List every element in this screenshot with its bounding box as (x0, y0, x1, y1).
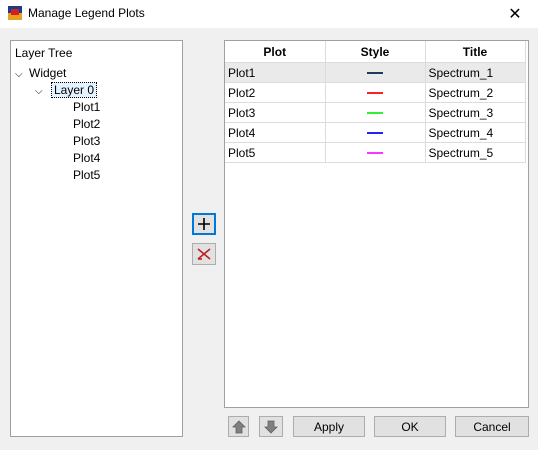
table-row[interactable]: Plot2 Spectrum_2 (225, 82, 526, 103)
move-down-icon (264, 420, 278, 434)
line-style-swatch (367, 111, 383, 114)
style-cell[interactable] (325, 62, 426, 83)
style-cell[interactable] (325, 142, 426, 163)
apply-button[interactable]: Apply (293, 416, 365, 437)
column-header-title[interactable]: Title (425, 41, 526, 63)
title-cell[interactable]: Spectrum_3 (425, 102, 526, 123)
move-up-button[interactable] (228, 416, 249, 437)
column-header-style[interactable]: Style (325, 41, 426, 63)
tree-item-widget[interactable]: ⌵ Widget (15, 65, 66, 81)
style-cell[interactable] (325, 82, 426, 103)
chevron-down-icon[interactable]: ⌵ (35, 84, 49, 100)
close-icon: ✕ (508, 6, 522, 23)
line-style-swatch (367, 131, 383, 134)
cancel-button[interactable]: Cancel (455, 416, 529, 437)
plot-cell[interactable]: Plot3 (225, 102, 326, 123)
style-cell[interactable] (325, 122, 426, 143)
close-button[interactable]: ✕ (492, 0, 538, 28)
plot-cell[interactable]: Plot2 (225, 82, 326, 103)
plot-cell[interactable]: Plot1 (225, 62, 326, 83)
line-style-swatch (367, 151, 383, 154)
column-header-plot[interactable]: Plot (225, 41, 326, 63)
title-cell[interactable]: Spectrum_5 (425, 142, 526, 163)
move-up-icon (231, 419, 246, 433)
remove-button[interactable] (192, 243, 216, 265)
tree-item-label: Layer 0 (51, 82, 98, 98)
chevron-down-icon[interactable]: ⌵ (15, 67, 29, 83)
table-header-row: Plot Style Title (225, 41, 526, 63)
title-cell[interactable]: Spectrum_1 (425, 62, 526, 83)
layer-tree-header: Layer Tree (15, 46, 73, 60)
plot-cell[interactable]: Plot4 (225, 122, 326, 143)
plot-cell[interactable]: Plot5 (225, 142, 326, 163)
tree-item-plot[interactable]: Plot5 (73, 167, 100, 183)
table-row[interactable]: Plot4 Spectrum_4 (225, 122, 526, 143)
table-row[interactable]: Plot3 Spectrum_3 (225, 102, 526, 123)
tree-item-plot[interactable]: Plot4 (73, 150, 100, 166)
table-row[interactable]: Plot5 Spectrum_5 (225, 142, 526, 163)
title-cell[interactable]: Spectrum_2 (425, 82, 526, 103)
title-cell[interactable]: Spectrum_4 (425, 122, 526, 143)
title-bar: Manage Legend Plots ✕ (0, 0, 538, 28)
move-down-button[interactable] (259, 416, 283, 437)
tree-item-plot[interactable]: Plot1 (73, 99, 100, 115)
add-button[interactable] (192, 213, 216, 235)
tree-item-plot[interactable]: Plot3 (73, 133, 100, 149)
layer-tree-panel[interactable]: Layer Tree ⌵ Widget ⌵ Layer 0 Plot1 Plot2 … (10, 40, 183, 437)
table-row[interactable]: Plot1 Spectrum_1 (225, 62, 526, 83)
tree-item-label: Widget (29, 66, 67, 80)
plot-table-panel[interactable]: Plot Style Title Plot1 Spectrum_1 Plot2 Spe… (224, 40, 529, 408)
tree-item-plot[interactable]: Plot2 (73, 116, 100, 132)
line-style-swatch (367, 71, 383, 74)
line-style-swatch (367, 91, 383, 94)
plot-table: Plot Style Title Plot1 Spectrum_1 Plot2 Spe… (225, 41, 526, 163)
app-icon (8, 6, 22, 20)
style-cell[interactable] (325, 102, 426, 123)
ok-button[interactable]: OK (374, 416, 446, 437)
plus-icon (198, 218, 210, 230)
remove-icon (197, 248, 211, 260)
tree-item-layer[interactable]: ⌵ Layer 0 (35, 82, 98, 100)
window-title: Manage Legend Plots (28, 6, 145, 20)
